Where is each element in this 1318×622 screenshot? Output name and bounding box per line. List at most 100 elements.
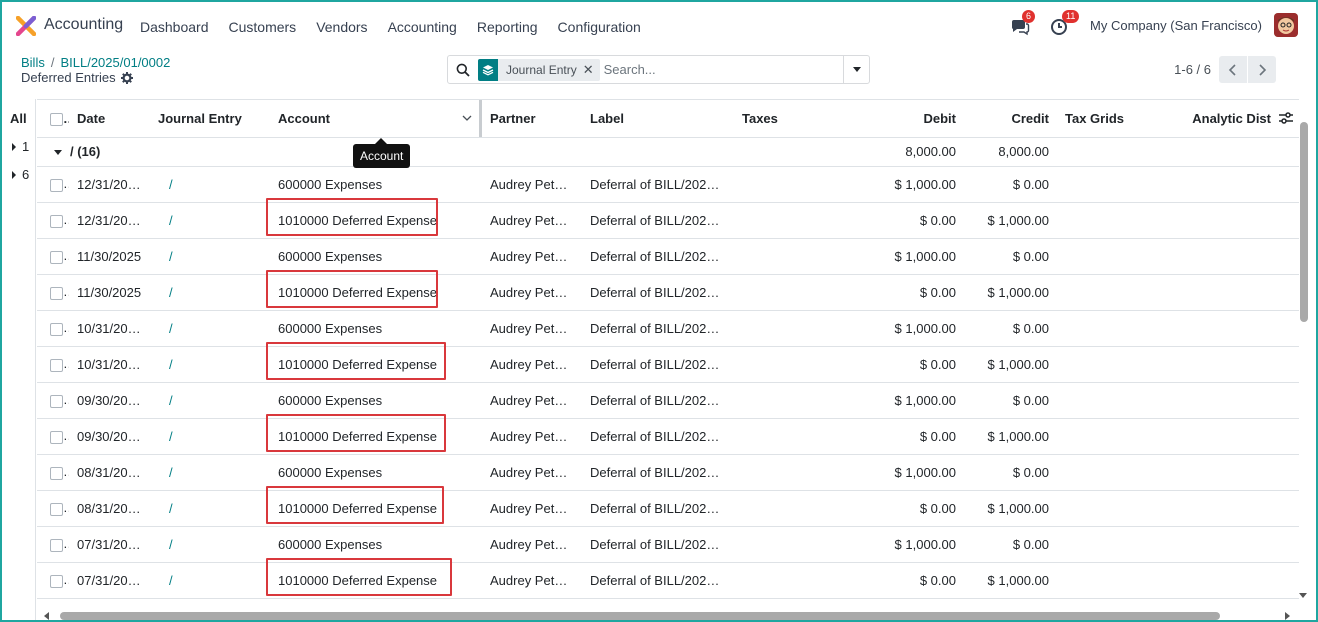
table-row[interactable]: 11/30/2025 / 1010000 Deferred Expense Audre… [37,269,1299,311]
row-checkbox[interactable] [37,346,69,383]
select-all-checkbox[interactable] [37,100,69,138]
journal-entry-link[interactable]: / [169,249,173,264]
table-row[interactable]: 07/31/2025 / 1010000 Deferred Expense Audre… [37,557,1299,599]
app-name[interactable]: Accounting [44,16,123,34]
optional-columns-icon[interactable] [1279,112,1293,124]
cell-journal-entry[interactable]: / [150,166,270,203]
table-row[interactable]: 12/31/2025 / 600000 Expenses Audrey Peters.… [37,166,1299,203]
journal-entry-link[interactable]: / [169,573,173,588]
cell-journal-entry[interactable]: / [150,454,270,491]
chevron-right-icon [1259,63,1267,76]
table-row[interactable]: 11/30/2025 / 600000 Expenses Audrey Peters.… [37,238,1299,275]
cell-journal-entry[interactable]: / [150,346,270,383]
journal-entry-link[interactable]: / [169,393,173,408]
journal-entry-link[interactable]: / [169,429,173,444]
cell-journal-entry[interactable]: / [150,274,270,311]
table-row[interactable]: 12/31/2025 / 1010000 Deferred Expense Audre… [37,197,1299,239]
table-row[interactable]: 08/31/2025 / 600000 Expenses Audrey Peters.… [37,454,1299,491]
cell-journal-entry[interactable]: / [150,418,270,455]
group-panel: All 1 6 [4,99,36,620]
table-row[interactable]: 09/30/2025 / 1010000 Deferred Expense Audre… [37,413,1299,455]
cell-tax-grids [1057,454,1183,491]
facet-remove-icon[interactable]: ✕ [583,62,600,78]
column-tax-grids[interactable]: Tax Grids [1057,100,1183,138]
row-checkbox[interactable] [37,382,69,419]
row-checkbox[interactable] [37,562,69,599]
journal-entry-link[interactable]: / [169,357,173,372]
row-checkbox[interactable] [37,274,69,311]
menu-dashboard[interactable]: Dashboard [140,19,209,35]
table-row[interactable]: 07/31/2025 / 600000 Expenses Audrey Peters.… [37,526,1299,563]
journal-entry-link[interactable]: / [169,537,173,552]
row-checkbox[interactable] [37,238,69,275]
journal-entry-link[interactable]: / [169,285,173,300]
cell-journal-entry[interactable]: / [150,202,270,239]
cell-journal-entry[interactable]: / [150,490,270,527]
row-checkbox[interactable] [37,202,69,239]
vertical-scrollbar[interactable] [1300,122,1308,602]
column-account[interactable]: Account [270,100,482,138]
journal-entry-link[interactable]: / [169,501,173,516]
column-date[interactable]: Date [69,100,150,138]
activities-badge: 11 [1062,10,1080,23]
journal-entry-link[interactable]: / [169,213,173,228]
column-taxes[interactable]: Taxes [734,100,834,138]
menu-configuration[interactable]: Configuration [558,19,641,35]
pager-previous-button[interactable] [1219,56,1247,83]
group-row[interactable]: / (16) 8,000.00 8,000.00 [37,137,1299,167]
table-row[interactable]: 08/31/2025 / 1010000 Deferred Expense Audre… [37,485,1299,527]
menu-vendors[interactable]: Vendors [316,19,367,35]
pager-next-button[interactable] [1248,56,1276,83]
column-debit[interactable]: Debit [834,100,964,138]
breadcrumb-bills-link[interactable]: Bills [21,55,45,70]
row-checkbox[interactable] [37,490,69,527]
column-credit[interactable]: Credit [964,100,1057,138]
cell-journal-entry[interactable]: / [150,562,270,599]
row-checkbox[interactable] [37,418,69,455]
scroll-right-arrow-icon[interactable] [1285,612,1290,620]
scroll-down-arrow-icon[interactable] [1299,593,1307,598]
company-switcher[interactable]: My Company (San Francisco) [1090,18,1262,33]
app-window: Accounting Dashboard Customers Vendors A… [0,0,1318,622]
cell-journal-entry[interactable]: / [150,238,270,275]
group-panel-item[interactable]: 1 [4,139,36,154]
cell-label: Deferral of BILL/2025/0... [582,418,734,455]
vertical-scrollbar-thumb[interactable] [1300,122,1308,322]
column-label[interactable]: Label [582,100,734,138]
cell-analytic [1183,274,1299,311]
table-row[interactable]: 09/30/2025 / 600000 Expenses Audrey Peters.… [37,382,1299,419]
pager-value[interactable]: 1-6 / 6 [1174,62,1211,77]
search-options-toggle[interactable] [843,56,869,83]
scroll-left-arrow-icon[interactable] [44,612,49,620]
user-avatar[interactable] [1274,13,1298,37]
row-checkbox[interactable] [37,526,69,563]
group-panel-item[interactable]: 6 [4,167,36,182]
messages-button[interactable]: 6 [1010,10,1036,37]
column-analytic[interactable]: Analytic Dist [1183,100,1299,138]
cell-account: 600000 Expenses [270,166,482,203]
row-checkbox[interactable] [37,454,69,491]
odoo-accounting-logo-icon[interactable] [16,16,36,36]
breadcrumb: Bills / BILL/2025/01/0002 [21,55,171,70]
row-checkbox[interactable] [37,310,69,347]
row-checkbox[interactable] [37,166,69,203]
activities-button[interactable]: 11 [1050,10,1080,37]
cell-journal-entry[interactable]: / [150,526,270,563]
table-row[interactable]: 10/31/2025 / 1010000 Deferred Expense Audre… [37,341,1299,383]
menu-accounting[interactable]: Accounting [388,19,457,35]
journal-entry-link[interactable]: / [169,177,173,192]
table-row[interactable]: 10/31/2025 / 600000 Expenses Audrey Peters.… [37,310,1299,347]
cell-journal-entry[interactable]: / [150,310,270,347]
search-input[interactable] [603,58,843,81]
horizontal-scrollbar-thumb[interactable] [60,612,1220,620]
column-partner[interactable]: Partner [482,100,582,138]
gear-icon[interactable] [120,71,133,84]
menu-reporting[interactable]: Reporting [477,19,538,35]
journal-entry-link[interactable]: / [169,321,173,336]
breadcrumb-record-link[interactable]: BILL/2025/01/0002 [60,55,170,70]
chevron-down-icon[interactable] [462,114,472,122]
column-journal-entry[interactable]: Journal Entry [150,100,270,138]
cell-journal-entry[interactable]: / [150,382,270,419]
menu-customers[interactable]: Customers [229,19,297,35]
journal-entry-link[interactable]: / [169,465,173,480]
